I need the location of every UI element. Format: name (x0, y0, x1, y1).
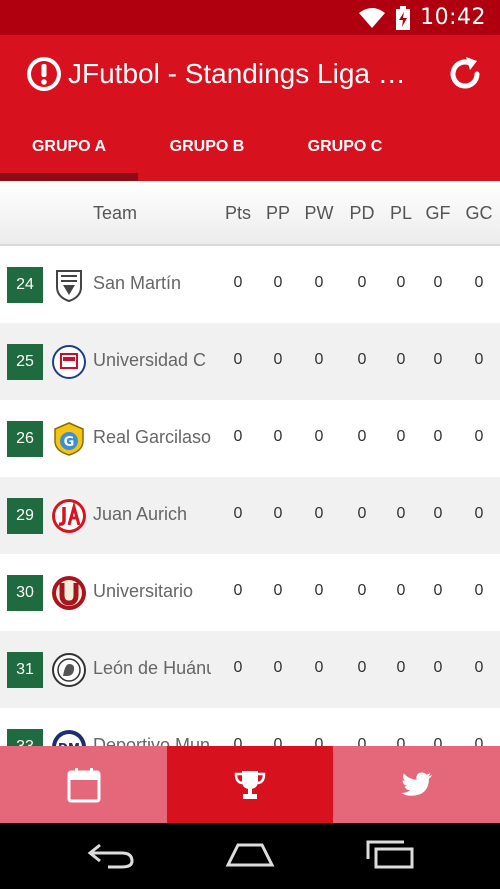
column-header-pd: PD (349, 203, 375, 223)
status-bar: 10:42 (0, 0, 500, 35)
rank-badge: 26 (7, 421, 43, 457)
team-name: León de Huánuco (93, 658, 211, 678)
stat-pp: 0 (273, 505, 283, 522)
table-row[interactable]: 25 Universidad C 0 0 0 0 0 0 0 (0, 323, 500, 400)
stat-gc: 0 (474, 351, 484, 368)
stat-pd: 0 (357, 274, 367, 291)
recents-icon[interactable] (364, 839, 416, 869)
team-crest-icon (52, 499, 86, 533)
tab-grupo-b[interactable]: GRUPO B (138, 113, 276, 181)
stat-pp: 0 (273, 659, 283, 676)
stat-pw: 0 (314, 274, 324, 291)
team-crest-icon (52, 653, 86, 687)
system-navigation-bar (0, 823, 500, 889)
table-row[interactable]: 30 Universitario 0 0 0 0 0 0 0 (0, 554, 500, 631)
tab-grupo-c[interactable]: GRUPO C (276, 113, 414, 181)
column-header-pl: PL (389, 203, 413, 223)
clock: 10:42 (420, 5, 486, 30)
stat-pw: 0 (314, 428, 324, 445)
column-header-gc: GC (465, 203, 493, 223)
stat-pd: 0 (357, 351, 367, 368)
stat-pw: 0 (314, 351, 324, 368)
stat-pts: 0 (233, 505, 243, 522)
stat-gf: 0 (433, 428, 443, 445)
calendar-icon (67, 767, 100, 802)
table-row[interactable]: 26 G Real Garcilaso 0 0 0 0 0 0 0 (0, 400, 500, 477)
stat-gc: 0 (474, 582, 484, 599)
refresh-icon[interactable] (444, 53, 486, 95)
stat-gf: 0 (433, 582, 443, 599)
stat-pw: 0 (314, 659, 324, 676)
stat-gf: 0 (433, 505, 443, 522)
column-header-pts: Pts (224, 203, 251, 223)
stat-pp: 0 (273, 428, 283, 445)
nav-standings-button[interactable] (167, 746, 333, 823)
nav-twitter-button[interactable] (333, 746, 500, 823)
team-crest-icon: G (54, 422, 84, 456)
stat-pts: 0 (233, 428, 243, 445)
group-tabs: GRUPO A GRUPO B GRUPO C (0, 113, 500, 181)
table-row[interactable]: 31 León de Huánuco 0 0 0 0 0 0 0 (0, 631, 500, 708)
stat-pd: 0 (357, 659, 367, 676)
rank-badge: 29 (7, 498, 43, 534)
table-header: Team Pts PP PW PD PL GF GC (0, 181, 500, 246)
alert-circle-icon[interactable] (26, 56, 62, 92)
stat-pp: 0 (273, 274, 283, 291)
rank-badge: 31 (7, 652, 43, 688)
stat-gc: 0 (474, 505, 484, 522)
team-crest-icon (52, 576, 86, 610)
stat-pd: 0 (357, 505, 367, 522)
stat-pts: 0 (233, 659, 243, 676)
team-name: Universidad C (93, 350, 207, 370)
stat-pts: 0 (233, 351, 243, 368)
table-row[interactable]: 24 San Martín 0 0 0 0 0 0 0 (0, 246, 500, 323)
trophy-icon (234, 770, 266, 799)
page-title: JFutbol - Standings Liga Peruana (68, 58, 416, 89)
team-name: Universitario (93, 581, 194, 601)
stat-pw: 0 (314, 582, 324, 599)
rank-badge: 30 (7, 575, 43, 611)
team-crest-icon (52, 345, 86, 379)
stat-pl: 0 (396, 659, 406, 676)
stat-pd: 0 (357, 582, 367, 599)
team-name: San Martín (93, 273, 182, 293)
twitter-icon (401, 772, 432, 796)
battery-charging-icon (396, 5, 411, 30)
stat-gc: 0 (474, 274, 484, 291)
svg-text:G: G (64, 435, 75, 450)
stat-pl: 0 (396, 505, 406, 522)
stat-pts: 0 (233, 582, 243, 599)
stat-pp: 0 (273, 582, 283, 599)
team-name: Real Garcilaso (93, 427, 211, 447)
column-header-team: Team (93, 203, 138, 223)
stat-pts: 0 (233, 274, 243, 291)
stat-pl: 0 (396, 351, 406, 368)
table-row[interactable]: 29 Juan Aurich 0 0 0 0 0 0 0 (0, 477, 500, 554)
rank-badge: 25 (7, 344, 43, 380)
wifi-icon (359, 7, 386, 28)
stat-gc: 0 (474, 428, 484, 445)
stat-gf: 0 (433, 659, 443, 676)
stat-gf: 0 (433, 274, 443, 291)
stat-pp: 0 (273, 351, 283, 368)
column-header-gf: GF (425, 203, 451, 223)
team-name: Juan Aurich (93, 504, 188, 524)
back-icon[interactable] (86, 839, 136, 869)
tab-grupo-a[interactable]: GRUPO A (0, 113, 138, 181)
stat-pl: 0 (396, 428, 406, 445)
home-icon[interactable] (224, 839, 276, 869)
stat-gc: 0 (474, 659, 484, 676)
stat-pd: 0 (357, 428, 367, 445)
column-header-pw: PW (304, 203, 334, 223)
rank-badge: 24 (7, 267, 43, 303)
stat-pw: 0 (314, 505, 324, 522)
bottom-navigation (0, 746, 500, 823)
stat-pl: 0 (396, 582, 406, 599)
stat-pl: 0 (396, 274, 406, 291)
nav-calendar-button[interactable] (0, 746, 167, 823)
stat-gf: 0 (433, 351, 443, 368)
app-bar: JFutbol - Standings Liga Peruana (0, 35, 500, 113)
team-crest-icon (56, 270, 82, 303)
column-header-pp: PP (265, 203, 290, 223)
